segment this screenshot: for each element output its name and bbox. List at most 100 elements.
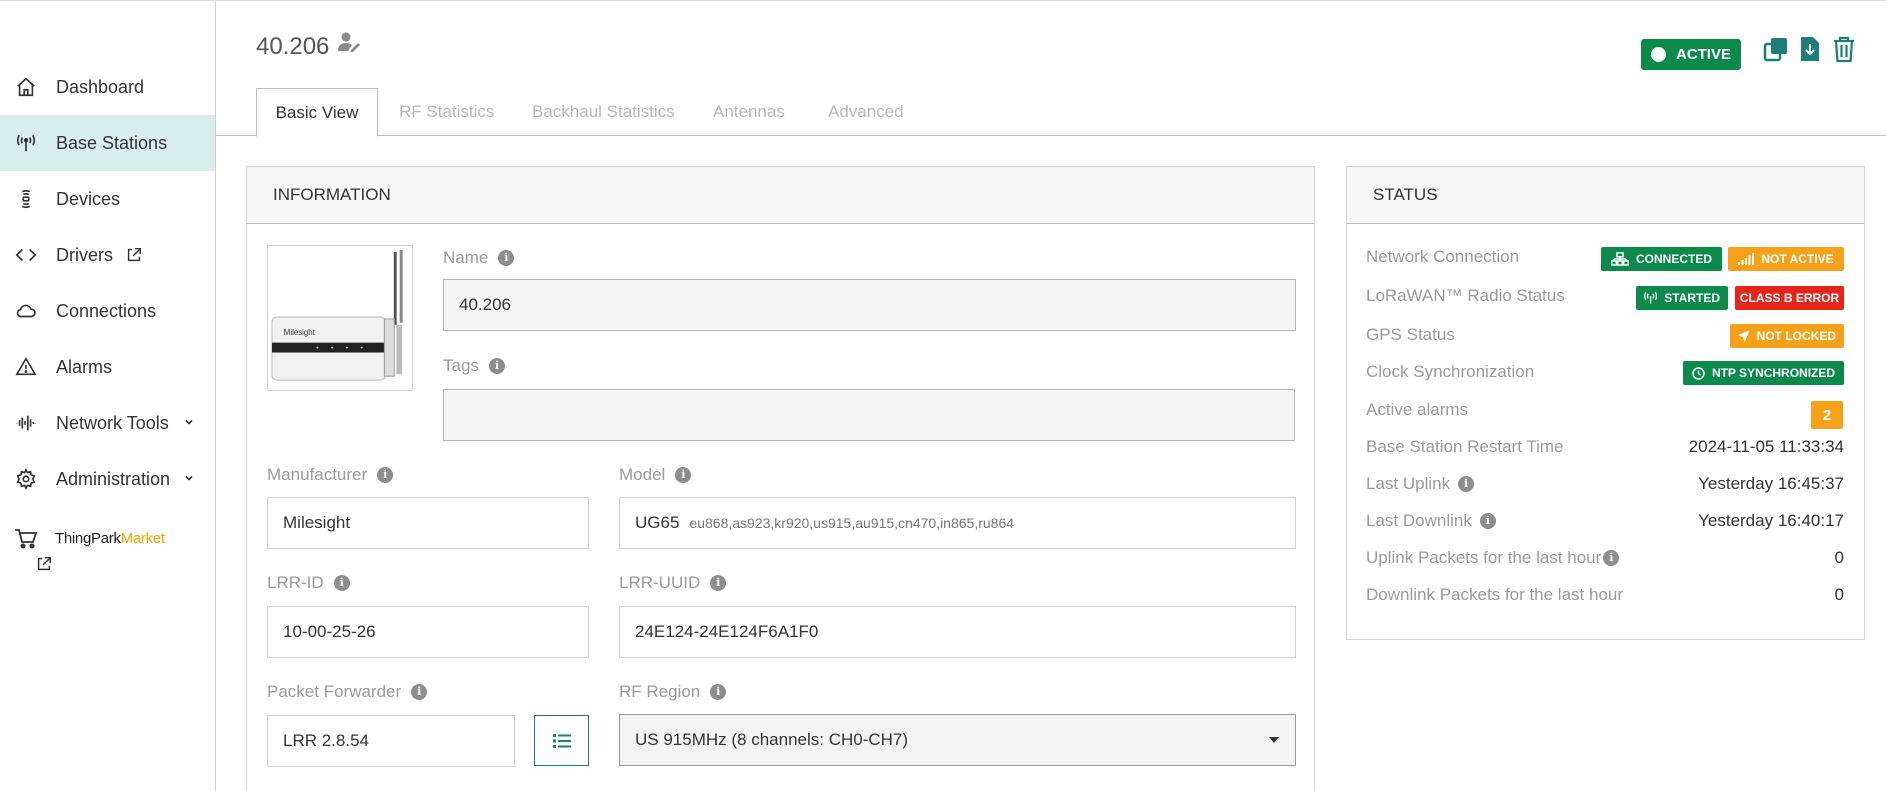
clock-icon [1692,366,1705,380]
trash-icon [1834,36,1854,63]
location-arrow-icon [1738,330,1750,342]
tab-antennas[interactable]: Antennas [713,88,785,136]
sidebar-item-administration[interactable]: Administration [0,451,215,507]
name-label: Name i [443,248,515,268]
sidebar-item-devices[interactable]: Devices [0,171,215,227]
copy-icon [1763,38,1787,62]
model-frequencies: eu868,as923,kr920,us915,au915,cn470,in86… [689,515,1015,531]
name-input[interactable]: 40.206 [443,279,1296,331]
thingpark-market-logo: ThingParkMarket [55,530,165,547]
gear-icon [14,467,38,491]
class-b-error-badge: CLASS B ERROR [1735,286,1844,310]
rf-region-select[interactable]: US 915MHz (8 channels: CH0-CH7) [619,714,1296,766]
sidebar-item-base-stations[interactable]: Base Stations [0,115,215,171]
packet-forwarder-list-button[interactable] [534,715,589,766]
network-icon [1611,252,1629,266]
info-icon[interactable]: i [498,250,515,266]
sidebar-nav: Dashboard Base Stations Devices Drivers [0,59,215,507]
tags-label: Tags i [443,356,505,376]
connected-badge: CONNECTED [1601,247,1722,271]
app: Dashboard Base Stations Devices Drivers [0,0,1886,791]
last-downlink-value: Yesterday 16:40:17 [1698,511,1844,530]
cart-icon [15,529,38,549]
code-icon [14,243,38,267]
status-dot-icon [1650,47,1666,62]
info-icon[interactable]: i [411,684,428,700]
sidebar-item-alarms[interactable]: Alarms [0,339,215,395]
active-alarms-count[interactable]: 2 [1811,401,1843,429]
antenna-icon [14,131,38,155]
info-icon[interactable]: i [1479,513,1496,529]
chevron-down-icon [185,419,193,425]
sidebar-item-label: Devices [56,188,121,209]
active-alarms-label: Active alarms [1366,400,1469,419]
sidebar-item-label: Alarms [56,356,113,377]
lrr-uuid-field: 24E124-24E124F6A1F0 [619,606,1296,658]
info-icon[interactable]: i [710,684,727,700]
info-icon[interactable]: i [333,575,350,591]
manufacturer-field: Milesight [267,497,589,549]
restart-time-label: Base Station Restart Time [1366,437,1564,456]
sidebar-item-label: Connections [56,300,157,321]
manufacturer-label: Manufacturer i [267,465,394,485]
packet-forwarder-field: LRR 2.8.54 [267,715,515,767]
status-badge: ACTIVE [1641,39,1741,70]
downlink-packets-label: Downlink Packets for the last hour [1366,585,1624,604]
rf-region-value: US 915MHz (8 channels: CH0-CH7) [635,730,909,749]
sidebar: Dashboard Base Stations Devices Drivers [0,1,216,791]
info-icon[interactable]: i [1603,550,1620,566]
info-icon[interactable]: i [377,467,394,483]
sidebar-item-connections[interactable]: Connections [0,283,215,339]
device-icon [14,187,38,211]
started-badge: STARTED [1636,286,1728,310]
info-icon[interactable]: i [1458,476,1475,492]
information-heading: INFORMATION [247,167,1314,224]
sidebar-item-label: Base Stations [56,132,168,153]
delete-button[interactable] [1830,34,1858,64]
info-icon[interactable]: i [710,575,727,591]
last-uplink-label: Last Uplink i [1366,474,1475,494]
sidebar-item-label: Drivers [56,244,113,265]
uplink-packets-label: Uplink Packets for the last hour i [1366,548,1620,568]
duplicate-button[interactable] [1762,34,1790,64]
thingpark-market-link[interactable]: ThingParkMarket [14,525,214,575]
caret-down-icon [1269,737,1279,743]
tags-input[interactable] [443,389,1295,441]
restart-time-value: 2024-11-05 11:33:34 [1688,437,1844,456]
not-locked-badge: NOT LOCKED [1730,324,1844,348]
page-header: 40.206 [256,31,361,61]
download-file-icon [1801,37,1819,61]
ntp-synchronized-badge: NTP SYNCHRONIZED [1683,361,1844,385]
tab-bar: Basic View RF Statistics Backhaul Statis… [216,88,1886,137]
sidebar-item-label: Administration [56,468,171,489]
external-link-icon[interactable] [35,555,53,573]
status-badge-label: ACTIVE [1675,46,1731,63]
edit-user-icon[interactable] [337,31,361,53]
sidebar-item-drivers[interactable]: Drivers [0,227,215,283]
page-title: 40.206 [256,33,330,60]
external-link-icon[interactable] [125,246,143,264]
device-image: Milesight [267,245,413,391]
sidebar-item-label: Dashboard [56,76,145,97]
info-icon[interactable]: i [675,467,692,483]
tab-advanced[interactable]: Advanced [828,88,904,136]
tab-backhaul-statistics[interactable]: Backhaul Statistics [532,88,675,136]
sidebar-item-dashboard[interactable]: Dashboard [0,59,215,115]
antenna-icon [1644,292,1658,304]
export-button[interactable] [1796,34,1824,64]
radio-status-label: LoRaWAN™ Radio Status [1366,286,1565,305]
uplink-packets-value: 0 [1834,548,1844,567]
tab-rf-statistics[interactable]: RF Statistics [399,88,494,136]
waveform-icon [14,411,38,435]
lrr-id-label: LRR-ID i [267,573,350,593]
model-field: UG65 eu868,as923,kr920,us915,au915,cn470… [619,497,1296,549]
sidebar-item-network-tools[interactable]: Network Tools [0,395,215,451]
last-uplink-value: Yesterday 16:45:37 [1698,474,1844,493]
packet-forwarder-label: Packet Forwarder i [267,682,428,702]
info-icon[interactable]: i [488,358,505,374]
network-connection-label: Network Connection [1366,247,1520,266]
last-downlink-label: Last Downlink i [1366,511,1496,531]
home-icon [14,75,38,99]
tab-basic-view[interactable]: Basic View [256,88,378,137]
model-value: UG65 [635,513,680,532]
